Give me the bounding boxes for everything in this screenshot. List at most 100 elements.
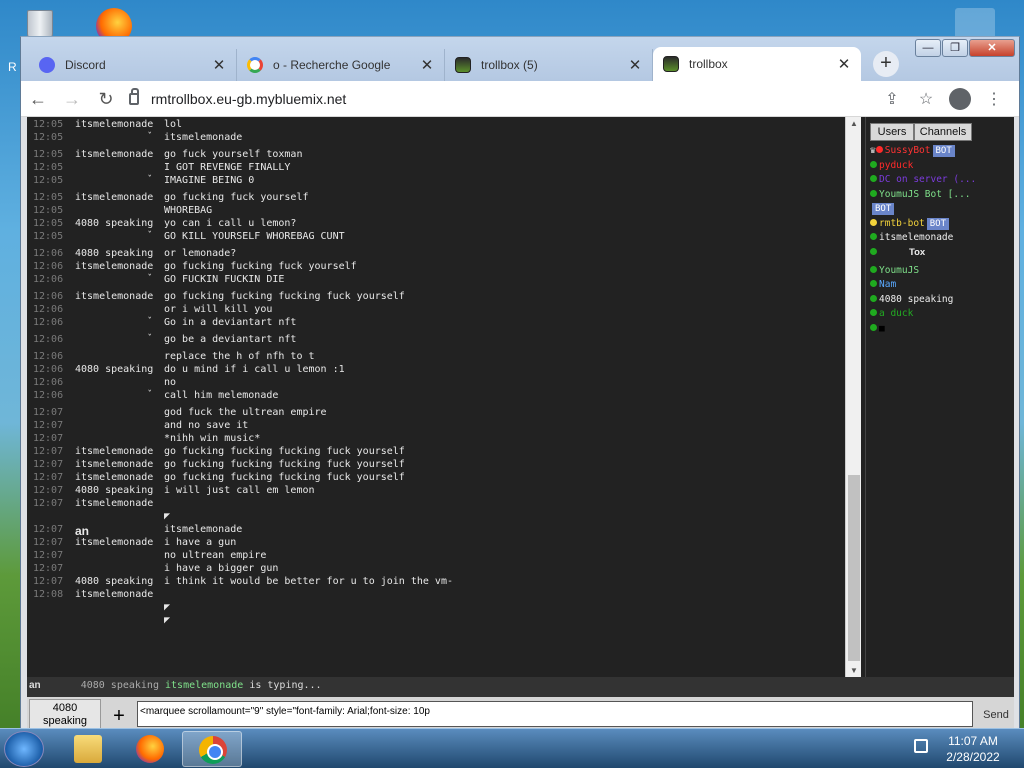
- reload-button[interactable]: ↻: [89, 84, 123, 114]
- message-nick[interactable]: itsmelemonade: [75, 472, 153, 483]
- menu-icon[interactable]: ⋮: [977, 89, 1011, 109]
- message-text: ◤: [164, 602, 171, 613]
- chat-message: 12:05 ˇ itsmelemonade: [27, 132, 843, 146]
- message-time: 12:07: [33, 407, 64, 418]
- status-dot-icon: [875, 146, 883, 153]
- user-list-item[interactable]: YoumuJS Bot [...: [870, 189, 1014, 204]
- message-text: ◤: [164, 511, 171, 522]
- forward-button[interactable]: →: [55, 84, 89, 114]
- tab-1[interactable]: o - Recherche Google ✕: [237, 49, 445, 81]
- message-time: 12:06: [33, 317, 64, 328]
- address-bar[interactable]: rmtrollbox.eu-gb.mybluemix.net: [129, 85, 875, 113]
- message-nick[interactable]: itsmelemonade: [75, 446, 153, 457]
- quote-mark: ˇ: [147, 231, 153, 241]
- status-dot-icon: [870, 265, 877, 273]
- message-nick[interactable]: 4080 speaking: [75, 364, 153, 375]
- new-tab-button[interactable]: +: [873, 51, 899, 77]
- users-panel: Users Channels ♛ SussyBot BOT pyduck DC on s…: [865, 117, 1014, 677]
- scroll-up-icon[interactable]: ▲: [846, 119, 862, 128]
- back-button[interactable]: ←: [21, 84, 55, 114]
- scroll-down-icon[interactable]: ▼: [846, 666, 862, 675]
- chat-message: 12:06 itsmelemonade go fucking fucking fuc…: [27, 291, 843, 305]
- message-nick[interactable]: itsmelemonade: [75, 498, 153, 509]
- tab-3[interactable]: trollbox ✕: [653, 47, 861, 81]
- user-list-item[interactable]: 4080 speaking: [870, 294, 1014, 309]
- profile-avatar[interactable]: [949, 87, 971, 110]
- message-nick[interactable]: itsmelemonade: [75, 261, 153, 272]
- user-list-item[interactable]: itsmelemonade: [870, 232, 1014, 247]
- discord-icon: [39, 57, 55, 73]
- channels-tab-button[interactable]: Channels: [914, 123, 972, 141]
- user-list-item[interactable]: BOT: [870, 203, 1014, 218]
- user-list-item[interactable]: Tox: [870, 247, 1014, 265]
- minimize-button[interactable]: —: [915, 39, 941, 57]
- user-list-item[interactable]: a duck: [870, 308, 1014, 323]
- taskbar-explorer[interactable]: [58, 731, 118, 767]
- add-button[interactable]: +: [107, 705, 131, 729]
- message-text: itsmelemonade: [164, 132, 243, 143]
- message-nick[interactable]: 4080 speaking: [75, 576, 153, 587]
- tab-0[interactable]: Discord ✕: [29, 49, 237, 81]
- status-dot-icon: [870, 189, 877, 197]
- taskbar-firefox[interactable]: [120, 731, 180, 767]
- user-list-item[interactable]: pyduck: [870, 160, 1014, 175]
- quote-mark: ˇ: [147, 317, 153, 327]
- message-time: 12:06: [33, 291, 64, 302]
- user-list-item[interactable]: DC on server (...: [870, 174, 1014, 189]
- message-nick[interactable]: itsmelemonade: [75, 459, 153, 470]
- message-nick[interactable]: itsmelemonade: [75, 119, 153, 130]
- message-nick[interactable]: itsmelemonade: [75, 537, 153, 548]
- close-tab-icon[interactable]: ✕: [212, 56, 226, 74]
- message-nick[interactable]: 4080 speaking: [75, 248, 153, 259]
- chat-message: 12:06 replace the h of nfh to t: [27, 351, 843, 365]
- share-icon[interactable]: ⇪: [875, 89, 909, 109]
- user-list-item[interactable]: Nam: [870, 279, 1014, 294]
- message-time: 12:06: [33, 274, 64, 285]
- user-list-item[interactable]: rmtb-bot BOT: [870, 217, 1014, 233]
- message-time: 12:06: [33, 390, 64, 401]
- clock[interactable]: 11:07 AM 2/28/2022: [938, 733, 1008, 765]
- close-window-button[interactable]: ✕: [969, 39, 1015, 57]
- message-time: 12:06: [33, 377, 64, 388]
- chat-scrollbar[interactable]: ▲ ▼: [845, 117, 861, 677]
- maximize-button[interactable]: ❐: [942, 39, 968, 57]
- start-button[interactable]: [4, 731, 44, 767]
- message-text: GO KILL YOURSELF WHOREBAG CUNT: [164, 231, 345, 242]
- close-tab-icon[interactable]: ✕: [420, 56, 434, 74]
- message-nick[interactable]: itsmelemonade: [75, 149, 153, 160]
- browser-toolbar: ← → ↻ rmtrollbox.eu-gb.mybluemix.net ⇪ ☆…: [21, 81, 1019, 117]
- users-tab-button[interactable]: Users: [870, 123, 914, 141]
- bookmark-star-icon[interactable]: ☆: [909, 89, 943, 109]
- close-tab-icon[interactable]: ✕: [837, 55, 851, 73]
- chat-message: 12:07 *nihh win music*: [27, 433, 843, 447]
- user-list-item[interactable]: YoumuJS: [870, 265, 1014, 280]
- chat-input[interactable]: <marquee scrollamount="9" style="font-fa…: [137, 701, 973, 727]
- nickname-button[interactable]: 4080 speaking: [29, 699, 101, 731]
- close-tab-icon[interactable]: ✕: [628, 56, 642, 74]
- message-nick[interactable]: itsmelemonade: [75, 589, 153, 600]
- message-text: GO FUCKIN FUCKIN DIE: [164, 274, 285, 285]
- user-list-item[interactable]: ♛ SussyBot BOT: [870, 145, 1014, 160]
- user-list-item[interactable]: ■: [870, 323, 1014, 338]
- taskbar-chrome[interactable]: [182, 731, 242, 767]
- message-text: WHOREBAG: [164, 205, 213, 216]
- chat-message: 12:06 ˇ call him melemonade: [27, 390, 843, 404]
- message-nick[interactable]: itsmelemonade: [75, 192, 153, 203]
- network-icon[interactable]: [914, 739, 928, 753]
- message-time: 12:05: [33, 218, 64, 229]
- user-name: SussyBot: [884, 145, 931, 156]
- message-time: 12:07: [33, 498, 64, 509]
- chat-message: 12:05 ˇ GO KILL YOURSELF WHOREBAG CUNT: [27, 231, 843, 245]
- message-nick[interactable]: 4080 speaking: [75, 485, 153, 496]
- message-text: go be a deviantart nft: [164, 334, 297, 345]
- chat-message: ◤: [27, 615, 843, 629]
- google-icon: [247, 57, 263, 73]
- chat-message: 12:07 4080 speaking i think it would be be…: [27, 576, 843, 590]
- message-nick[interactable]: itsmelemonade: [75, 291, 153, 302]
- chat-message: 12:07 itsmelemonade go fucking fucking fuc…: [27, 472, 843, 486]
- scroll-thumb[interactable]: [848, 475, 860, 661]
- message-nick[interactable]: 4080 speaking: [75, 218, 153, 229]
- send-button[interactable]: Send: [979, 701, 1013, 729]
- tab-2[interactable]: trollbox (5) ✕: [445, 49, 653, 81]
- message-nick[interactable]: an: [75, 524, 89, 538]
